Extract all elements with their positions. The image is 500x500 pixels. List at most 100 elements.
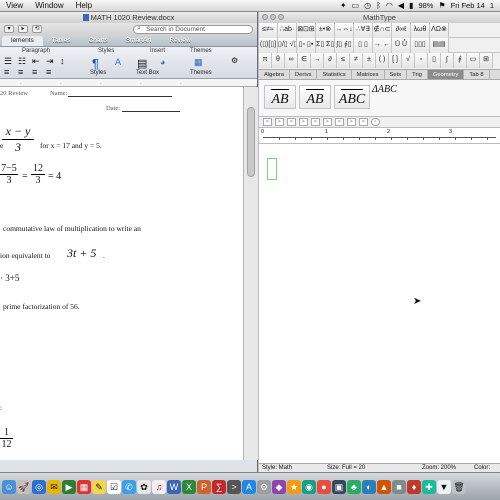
app-icon[interactable]: ★ [287, 479, 301, 494]
palette-greek-upper[interactable]: ΛΩ⊗ [430, 23, 449, 38]
excel-icon[interactable]: X [182, 479, 196, 494]
trash-icon[interactable]: 🗑 [452, 479, 466, 494]
app-icon[interactable]: ● [317, 479, 331, 494]
palette-boxes[interactable]: ▤▤ [430, 38, 449, 53]
palette-fences[interactable]: (▯)[▯] [259, 38, 278, 53]
tab-review[interactable]: Review [160, 36, 199, 46]
finder-icon[interactable]: ☺ [2, 479, 16, 494]
photos-icon[interactable]: ✿ [137, 479, 151, 494]
dropbox-icon[interactable]: ✦ [340, 1, 347, 10]
palette-spaces[interactable]: ∴ab· [278, 23, 297, 38]
word-icon[interactable]: W [167, 479, 181, 494]
small-template[interactable]: ▫ [275, 118, 284, 126]
tab-charts[interactable]: Charts [80, 36, 117, 46]
tab-algebra[interactable]: Algebra [259, 70, 290, 79]
notes-icon[interactable]: ✎ [92, 479, 106, 494]
mathtype-icon[interactable]: ∑ [212, 479, 226, 494]
tab-derivs[interactable]: Derivs [290, 70, 318, 79]
palette-bars[interactable]: ▯ ▯ [354, 38, 373, 53]
terminal-icon[interactable]: > [227, 479, 241, 494]
palette-relations[interactable]: ≤≠≈ [259, 23, 278, 38]
app-icon[interactable]: ▣ [332, 479, 346, 494]
reminders-icon[interactable]: ☑ [107, 479, 121, 494]
styles-icon[interactable]: ¶ [92, 56, 99, 71]
styles-button-label[interactable]: Styles [90, 70, 106, 76]
battery-icon[interactable]: ▮ [409, 1, 413, 10]
app-icon[interactable]: ◉ [302, 479, 316, 494]
palette-symbol[interactable]: ∂ [324, 53, 337, 68]
palette-symbol[interactable]: θ [272, 53, 285, 68]
palette-symbol[interactable]: ∮ [454, 53, 467, 68]
tab-trig[interactable]: Trig [407, 70, 428, 79]
document-page[interactable]: 20 Review Name: Date: x − y 3 e for x = … [0, 87, 243, 460]
app-icon[interactable]: ▲ [377, 479, 391, 494]
palette-symbol[interactable]: ▯ [428, 53, 441, 68]
small-template[interactable]: ▫ [299, 118, 308, 126]
palette-sets[interactable]: ∉∩⊂ [373, 23, 392, 38]
app-icon[interactable]: ♦ [407, 479, 421, 494]
align-left-icon[interactable]: ≡ [4, 67, 9, 77]
ribbon-options-icon[interactable]: ⚙ [231, 56, 238, 65]
wifi-icon[interactable]: ◠ [386, 1, 393, 10]
justify-icon[interactable]: ≡ [46, 67, 51, 77]
downloads-folder-icon[interactable]: ▼ [437, 479, 451, 494]
palette-symbol[interactable]: ⊞ [480, 53, 493, 68]
display-icon[interactable]: ▭ [352, 1, 360, 10]
app-icon[interactable]: ◆ [272, 479, 286, 494]
palette-symbol[interactable]: [ ] [389, 53, 402, 68]
palette-scripts[interactable]: ▯▫ ▯▪ [297, 38, 316, 53]
app-icon[interactable]: ♣ [347, 479, 361, 494]
small-template[interactable]: ▫ [335, 118, 344, 126]
numbered-list-icon[interactable]: ☷ [18, 56, 26, 67]
close-icon[interactable] [262, 14, 268, 20]
align-right-icon[interactable]: ≡ [32, 67, 37, 77]
template-arc[interactable]: ABC [334, 85, 370, 109]
scrollbar-thumb[interactable] [247, 107, 255, 177]
tab-sets[interactable]: Sets [385, 70, 408, 79]
themes-icon[interactable]: ▦ [194, 57, 203, 68]
small-template[interactable]: ▫ [263, 118, 272, 126]
tab-smartart[interactable]: SmartArt [117, 36, 161, 46]
align-center-icon[interactable]: ≡ [18, 67, 23, 77]
tab-document-elements[interactable]: lements [2, 36, 43, 46]
palette-products[interactable]: Ū Ů [392, 38, 411, 53]
palette-symbol[interactable]: ▫ [415, 53, 428, 68]
text-effects-icon[interactable]: A [115, 57, 121, 67]
horizontal-ruler[interactable]: · · · · · [0, 79, 257, 87]
small-template[interactable]: ▫ [347, 118, 356, 126]
palette-embellishments[interactable]: ⊠⊡⊞ [297, 23, 316, 38]
small-template[interactable]: ▫ [359, 118, 368, 126]
equation-editing-area[interactable]: ➤ [259, 144, 500, 461]
small-template[interactable]: ▫ [311, 118, 320, 126]
vertical-scrollbar[interactable] [243, 87, 258, 460]
clock-status-icon[interactable]: ◷ [364, 1, 371, 10]
app-icon[interactable]: ■ [392, 479, 406, 494]
small-template[interactable]: ◦ [371, 118, 380, 126]
itunes-icon[interactable]: ♫ [152, 479, 166, 494]
sort-icon[interactable]: ↕ [60, 56, 65, 66]
menu-help[interactable]: Help [70, 1, 98, 10]
app-icon[interactable]: ✚ [422, 479, 436, 494]
palette-operators[interactable]: ±•⊗ [316, 23, 335, 38]
menubar-clock[interactable]: Fri Feb 14 [451, 1, 485, 10]
menu-window[interactable]: Window [29, 1, 69, 10]
textbox-icon[interactable]: ▤ [137, 57, 147, 70]
palette-arrows[interactable]: →⇔↓ [335, 23, 354, 38]
palette-labeled-arrows[interactable]: → ← [373, 38, 392, 53]
template-triangle[interactable]: ΔABC [372, 84, 397, 95]
messages-icon[interactable]: ✆ [122, 479, 136, 494]
volume-icon[interactable]: ◀ [398, 1, 404, 10]
palette-logic[interactable]: ∴∀∃ [354, 23, 373, 38]
mathtype-ruler[interactable]: 0 1 2 3 [259, 128, 500, 144]
list-icon[interactable]: ☰ [4, 56, 12, 67]
tab-tables[interactable]: Tables [43, 36, 80, 46]
powerpoint-icon[interactable]: P [197, 479, 211, 494]
zoom-icon[interactable] [278, 14, 284, 20]
shape-icon[interactable]: ◕ [160, 57, 165, 67]
small-template[interactable]: ▫ [323, 118, 332, 126]
palette-symbol[interactable]: ( ) [376, 53, 389, 68]
palette-symbol[interactable]: π [259, 53, 272, 68]
safari-icon[interactable]: ◎ [32, 479, 46, 494]
palette-fractions[interactable]: ▯/▯ √▯ [278, 38, 297, 53]
facetime-icon[interactable]: ▶ [62, 479, 76, 494]
